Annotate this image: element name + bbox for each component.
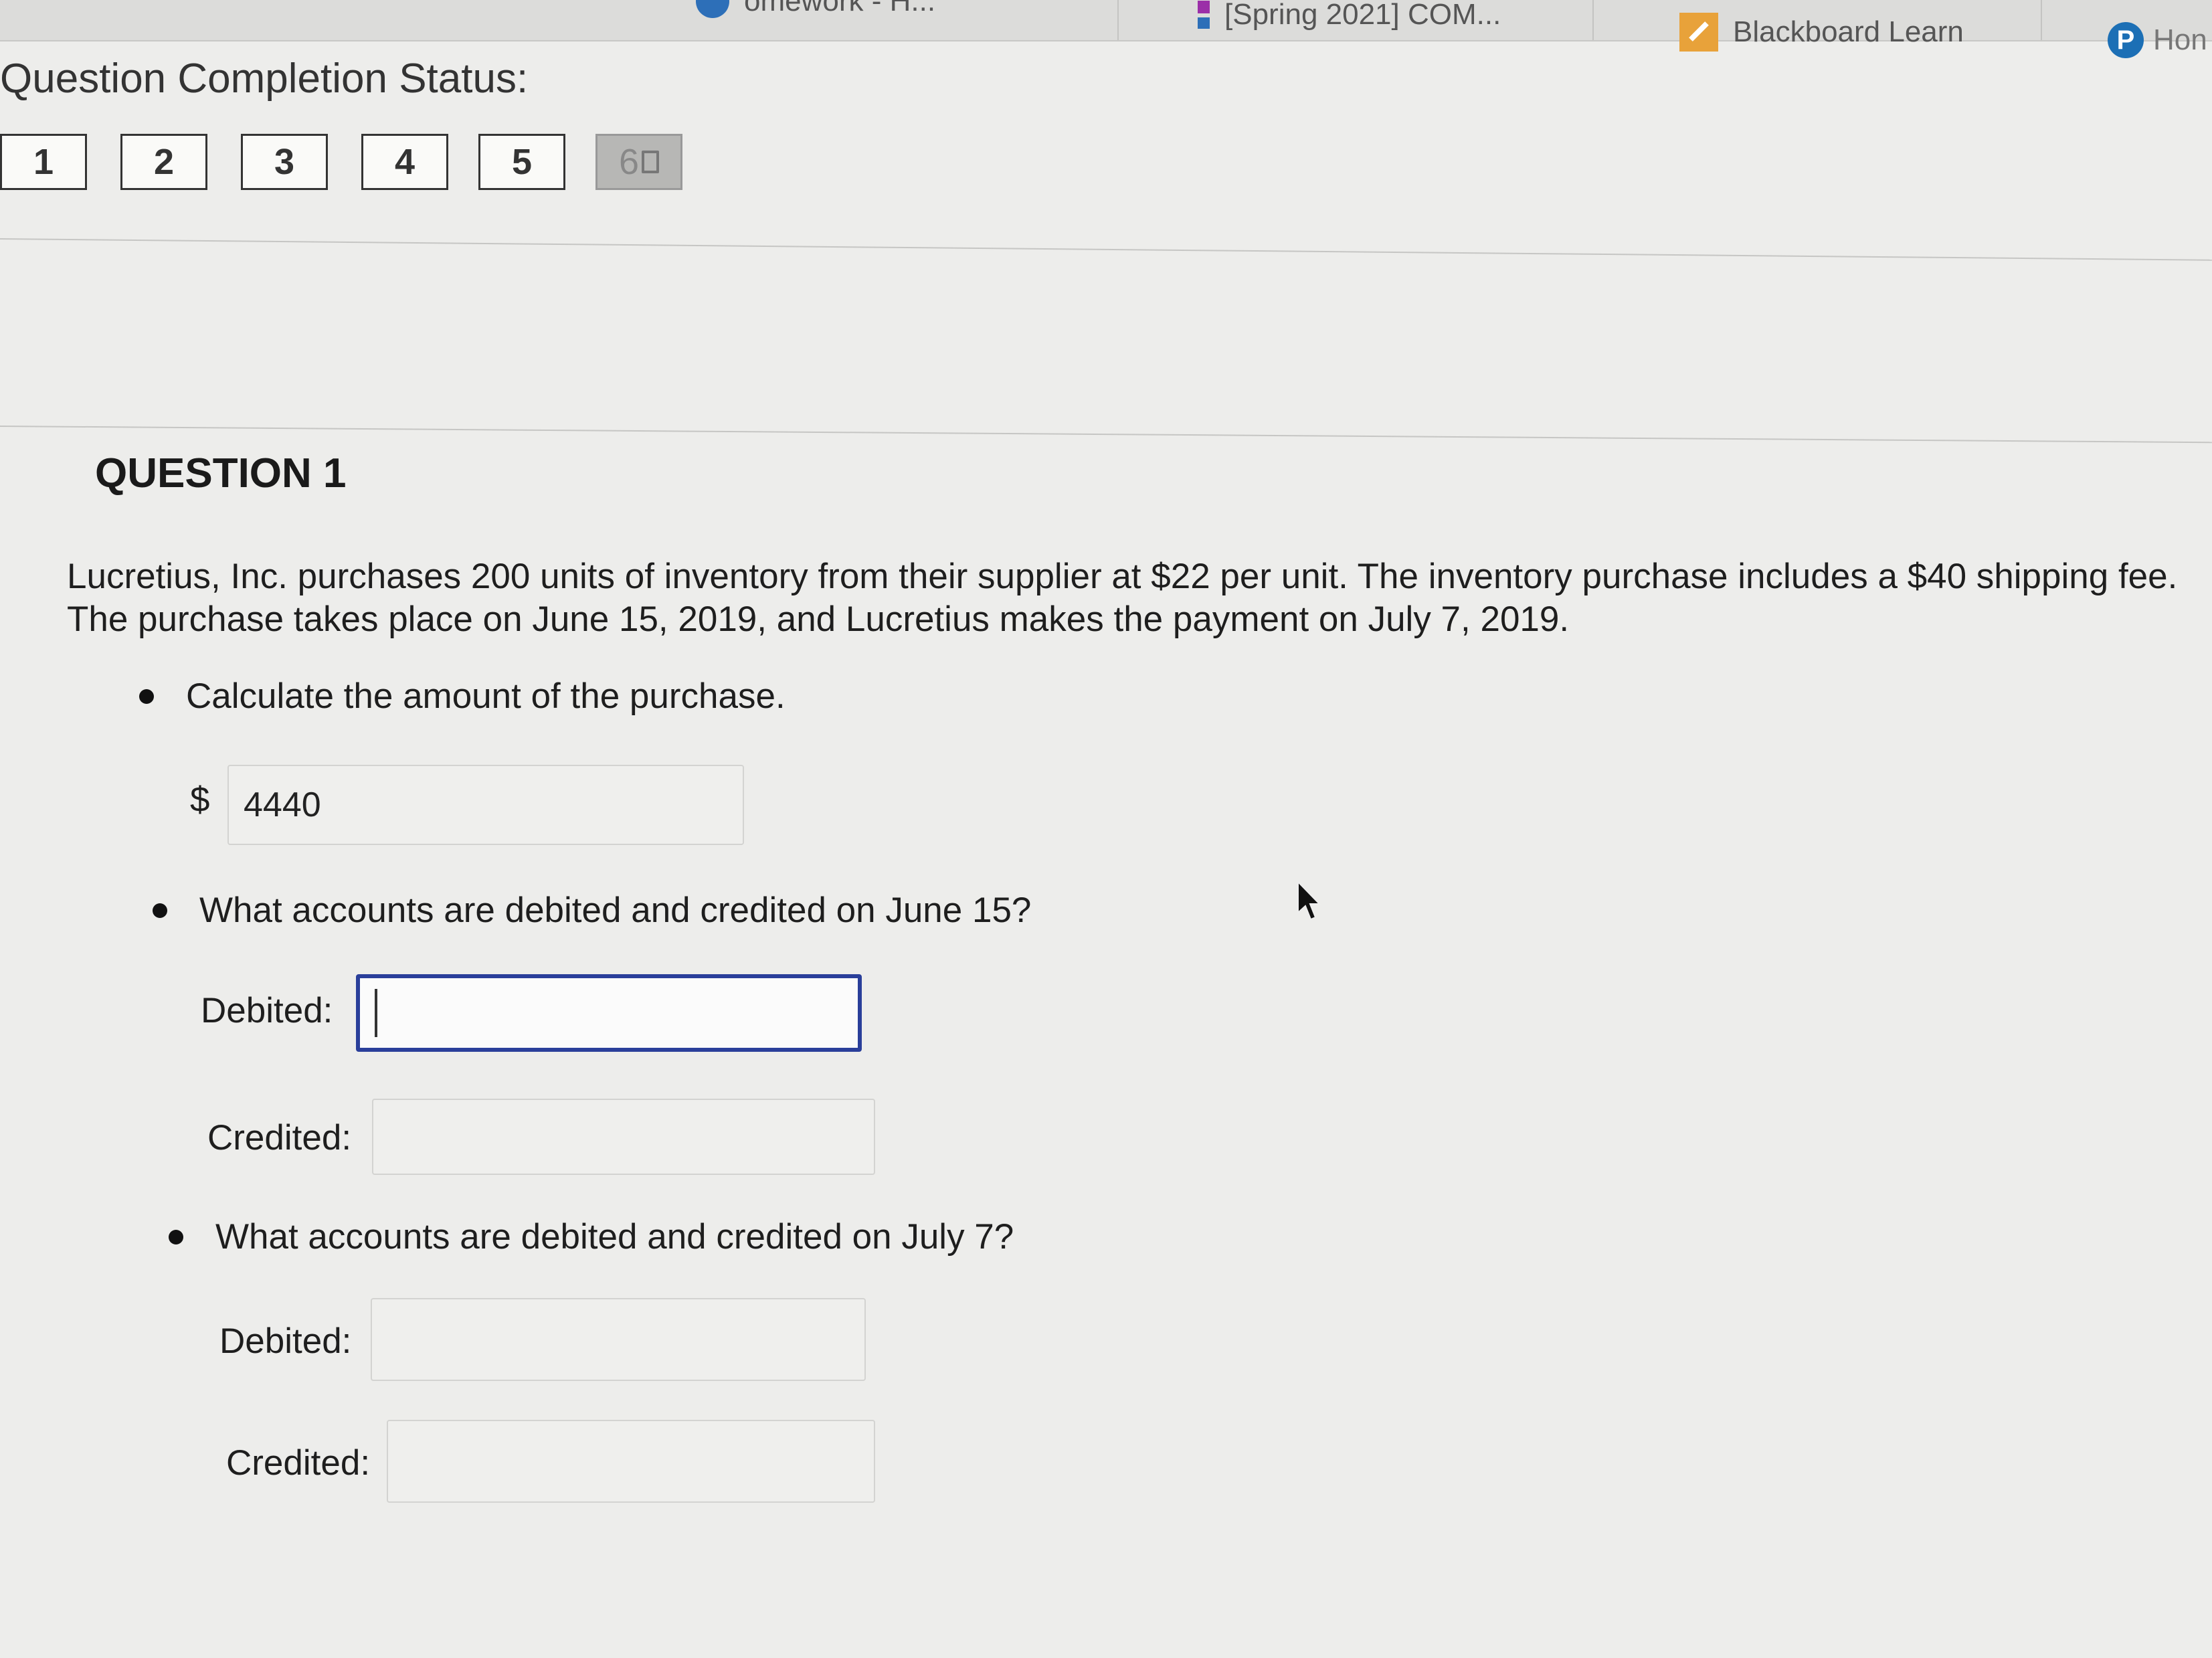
bookmark-pearson[interactable]: P Hon	[2108, 20, 2207, 60]
bookmark-homework[interactable]: omework - H...	[696, 0, 935, 21]
purchase-amount-input[interactable]: 4440	[227, 765, 744, 845]
currency-symbol: $	[190, 780, 210, 820]
course-site-icon	[1198, 1, 1210, 29]
part-prompt: What accounts are debited and credited o…	[215, 1217, 1014, 1257]
credited-label-july: Credited:	[226, 1443, 371, 1483]
question-number: 3	[274, 142, 295, 182]
homework-site-icon	[696, 0, 729, 18]
credited-label-june: Credited:	[207, 1118, 352, 1158]
question-nav-6[interactable]: 6	[595, 134, 682, 190]
bookmark-label: omework - H...	[744, 0, 936, 17]
pearson-icon: P	[2108, 22, 2144, 58]
question-title: QUESTION 1	[95, 450, 347, 496]
bullet-icon	[153, 903, 167, 918]
question-nav-2[interactable]: 2	[120, 134, 207, 190]
bookmark-label: [Spring 2021] COM...	[1224, 0, 1501, 31]
bookmark-spring-course[interactable]: [Spring 2021] COM...	[1198, 0, 1501, 35]
debited-label-june: Debited:	[201, 991, 333, 1030]
part-prompt: What accounts are debited and credited o…	[199, 891, 1032, 930]
tab-divider	[1117, 0, 1119, 40]
bookmarks-bar: omework - H... [Spring 2021] COM... Blac…	[0, 0, 2212, 58]
question-nav-1[interactable]: 1	[0, 134, 87, 190]
input-value: 4440	[244, 786, 321, 824]
tab-divider	[2041, 0, 2042, 40]
debited-july-input[interactable]	[371, 1298, 866, 1381]
question-text: Lucretius, Inc. purchases 200 units of i…	[67, 557, 2178, 639]
bullet-icon	[139, 688, 154, 704]
bullet-icon	[169, 1229, 183, 1245]
question-nav-3[interactable]: 3	[241, 134, 328, 190]
mouse-pointer-icon	[1297, 881, 1321, 921]
bookmark-label: Hon	[2153, 23, 2207, 56]
bookmark-label: Blackboard Learn	[1733, 15, 1964, 48]
question-part-3: What accounts are debited and credited o…	[169, 1216, 1014, 1257]
blackboard-icon	[1679, 13, 1718, 52]
part-prompt: Calculate the amount of the purchase.	[186, 676, 786, 716]
question-number: 4	[394, 142, 416, 182]
credited-july-input[interactable]	[387, 1420, 875, 1503]
question-number: 1	[33, 142, 54, 182]
question-part-2: What accounts are debited and credited o…	[153, 890, 1031, 931]
divider	[0, 238, 2212, 261]
debited-label-july: Debited:	[219, 1321, 352, 1361]
question-part-1: Calculate the amount of the purchase.	[139, 676, 786, 717]
credited-june-input[interactable]	[372, 1099, 875, 1175]
page-icon	[642, 151, 660, 173]
bookmark-blackboard-learn[interactable]: Blackboard Learn	[1679, 12, 1964, 52]
divider	[0, 426, 2212, 444]
completion-status-label: Question Completion Status:	[0, 56, 529, 102]
question-nav-4[interactable]: 4	[361, 134, 448, 190]
question-nav-5[interactable]: 5	[478, 134, 565, 190]
tab-divider	[1592, 0, 1594, 40]
text-caret	[375, 989, 377, 1037]
debited-june-input[interactable]	[356, 974, 862, 1052]
question-number: 2	[153, 142, 175, 182]
question-number: 5	[511, 142, 533, 182]
question-number: 6	[618, 142, 640, 182]
